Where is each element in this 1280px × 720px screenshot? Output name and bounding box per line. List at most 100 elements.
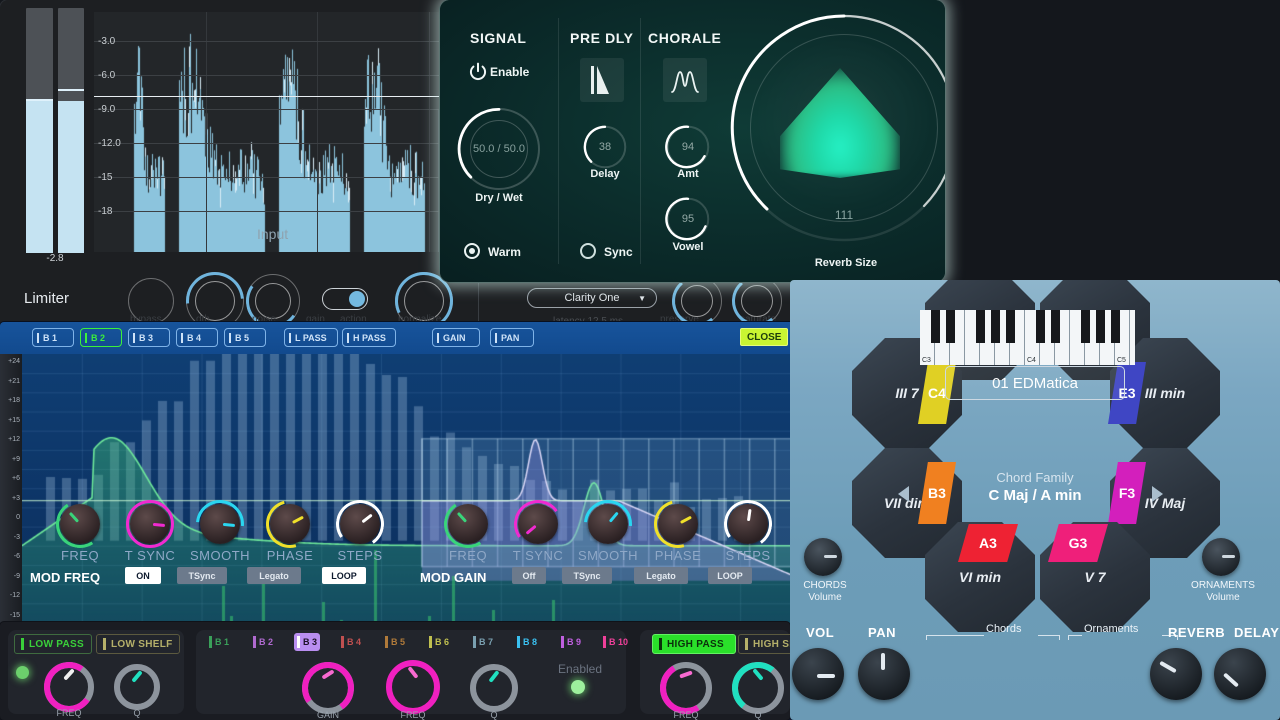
modfreq-loop-pill[interactable]: LOOP [322,567,366,584]
modgain-knob-phase[interactable] [645,491,711,557]
model-select[interactable]: Clarity One ▼ [527,288,657,308]
enabled-led[interactable] [571,680,585,694]
modfreq-enable-pill[interactable]: ON [125,567,161,584]
delay-knob[interactable] [1214,648,1266,700]
ornaments-volume-knob[interactable] [1202,538,1240,576]
meq-band-b8[interactable]: B 8 [514,633,540,651]
tab-low-pass[interactable]: LOW PASS [14,634,92,654]
modfreq-knob-phase[interactable] [257,491,323,557]
chord-family-next-arrow[interactable] [1152,486,1163,502]
modfreq-legato-pill[interactable]: Legato [247,567,301,584]
modgain-knob-smooth[interactable] [574,490,642,558]
warm-label: Warm [488,245,521,259]
piano-black-key[interactable] [1080,310,1090,343]
band-label-freq: FREQ [400,710,426,720]
eq-band-b5[interactable]: B 5 [224,328,266,347]
eq-band-gain[interactable]: GAIN [432,328,480,347]
reverb-knob[interactable] [1150,648,1202,700]
meq-band-b3[interactable]: B 3 [294,633,321,651]
meq-band-b7[interactable]: B 7 [470,633,496,651]
warm-radio[interactable] [464,243,480,259]
piano-black-key[interactable] [945,310,955,343]
modfreq-knob-freq[interactable] [51,495,109,553]
modfreq-tsync-pill[interactable]: TSync [177,567,227,584]
tab-high-pass[interactable]: HIGH PASS [652,634,736,654]
eq-band-pan[interactable]: PAN [490,328,534,347]
meq-band-b5[interactable]: B 5 [382,633,408,651]
eq-band-b3[interactable]: B 3 [128,328,170,347]
highpass-knob-q[interactable] [729,659,787,717]
piano-black-key[interactable] [990,310,1000,343]
piano-black-key[interactable] [1095,310,1105,343]
modgain-loop-pill[interactable]: LOOP [708,567,752,584]
eq-band-hpass[interactable]: H PASS [342,328,396,347]
piano-black-key[interactable] [1005,310,1015,343]
chorale-shape-icon[interactable] [663,58,707,102]
meq-band-b2[interactable]: B 2 [250,633,276,651]
modgain-label-tsync: T SYNC [512,548,564,563]
piano-black-key[interactable] [1035,310,1045,343]
meq-band-b6[interactable]: B 6 [426,633,452,651]
piano-black-key[interactable] [1050,310,1060,343]
piano-black-key[interactable] [930,310,940,343]
delay-label: Delay [590,168,620,180]
chord-family-title: Chord Family [996,470,1074,485]
meq-band-b4[interactable]: B 4 [338,633,364,651]
tab-high-shelf[interactable]: HIGH SHELF [738,634,790,654]
predly-shape-icon[interactable] [580,58,624,102]
modfreq-group-label: MOD FREQ [30,570,101,585]
band-knob-q[interactable] [470,664,518,712]
section-header-chorale: CHORALE [648,30,722,46]
limiter-knob-preserve[interactable] [669,273,725,329]
piano-black-key[interactable] [1110,310,1120,343]
modgain-legato-pill[interactable]: Legato [634,567,688,584]
piano-black-key[interactable] [975,310,985,343]
sync-label: Sync [604,245,633,259]
highpass-label-q: Q [754,710,762,720]
modfreq-knob-steps[interactable] [332,496,388,552]
highpass-knob-freq[interactable] [654,656,718,720]
chords-volume-knob[interactable] [804,538,842,576]
sync-radio[interactable] [580,243,596,259]
limiter-toggle-normalize[interactable] [322,288,368,310]
eq-db-tick: +21 [8,377,20,385]
lowpass-knob-freq[interactable] [40,658,98,716]
eq-band-b2[interactable]: B 2 [80,328,122,347]
modgain-knob-tsync[interactable] [510,496,566,552]
piano-keyboard[interactable]: C3 C4 C5 [920,310,1135,365]
vol-knob[interactable] [792,648,844,700]
power-icon[interactable] [468,62,488,82]
tab-low-shelf[interactable]: LOW SHELF [96,634,180,654]
modfreq-knob-tsync[interactable] [126,500,174,548]
chord-family-prev-arrow[interactable] [898,486,909,502]
preset-value-box[interactable]: 01 EDMatica [945,366,1125,400]
lowpass-knob-q[interactable] [114,664,160,710]
eq-band-b4[interactable]: B 4 [176,328,218,347]
band-knob-freq[interactable] [386,660,440,714]
modfreq-label-steps: STEPS [337,548,383,563]
vowel-knob[interactable]: 95 [665,196,711,242]
modfreq-knob-smooth[interactable] [186,490,254,558]
ornaments-bracket-label: Ornaments [1084,623,1139,635]
amt-knob[interactable]: 94 [665,124,711,170]
lowpass-led[interactable] [16,666,29,679]
meq-band-b9[interactable]: B 9 [558,633,584,651]
eq-band-b1[interactable]: B 1 [32,328,74,347]
reverb-size-knob[interactable]: 111 [728,12,945,244]
meq-band-b10[interactable]: B 10 [600,633,631,651]
modgain-enable-pill[interactable]: Off [512,567,546,584]
meq-band-b1[interactable]: B 1 [206,633,232,651]
band-knob-gain[interactable] [297,657,359,719]
modgain-knob-freq[interactable] [439,495,497,553]
modgain-tsync-pill[interactable]: TSync [562,567,612,584]
db-scale-label: -6.0 [98,70,116,81]
eq-band-lpass[interactable]: L PASS [284,328,338,347]
eq-close-button[interactable]: CLOSE [740,328,789,346]
dry-wet-knob[interactable]: 50.0 / 50.0 [457,107,540,190]
db-scale-label: -3.0 [98,36,116,47]
multiband-eq-window: LOW PASS LOW SHELF FREQ Q B 1 B 2 B 3 B … [0,622,790,720]
modgain-knob-steps[interactable] [720,496,776,552]
limiter-knob-saturate[interactable] [729,273,785,329]
pan-knob[interactable] [858,648,910,700]
delay-knob[interactable]: 38 [582,124,628,170]
